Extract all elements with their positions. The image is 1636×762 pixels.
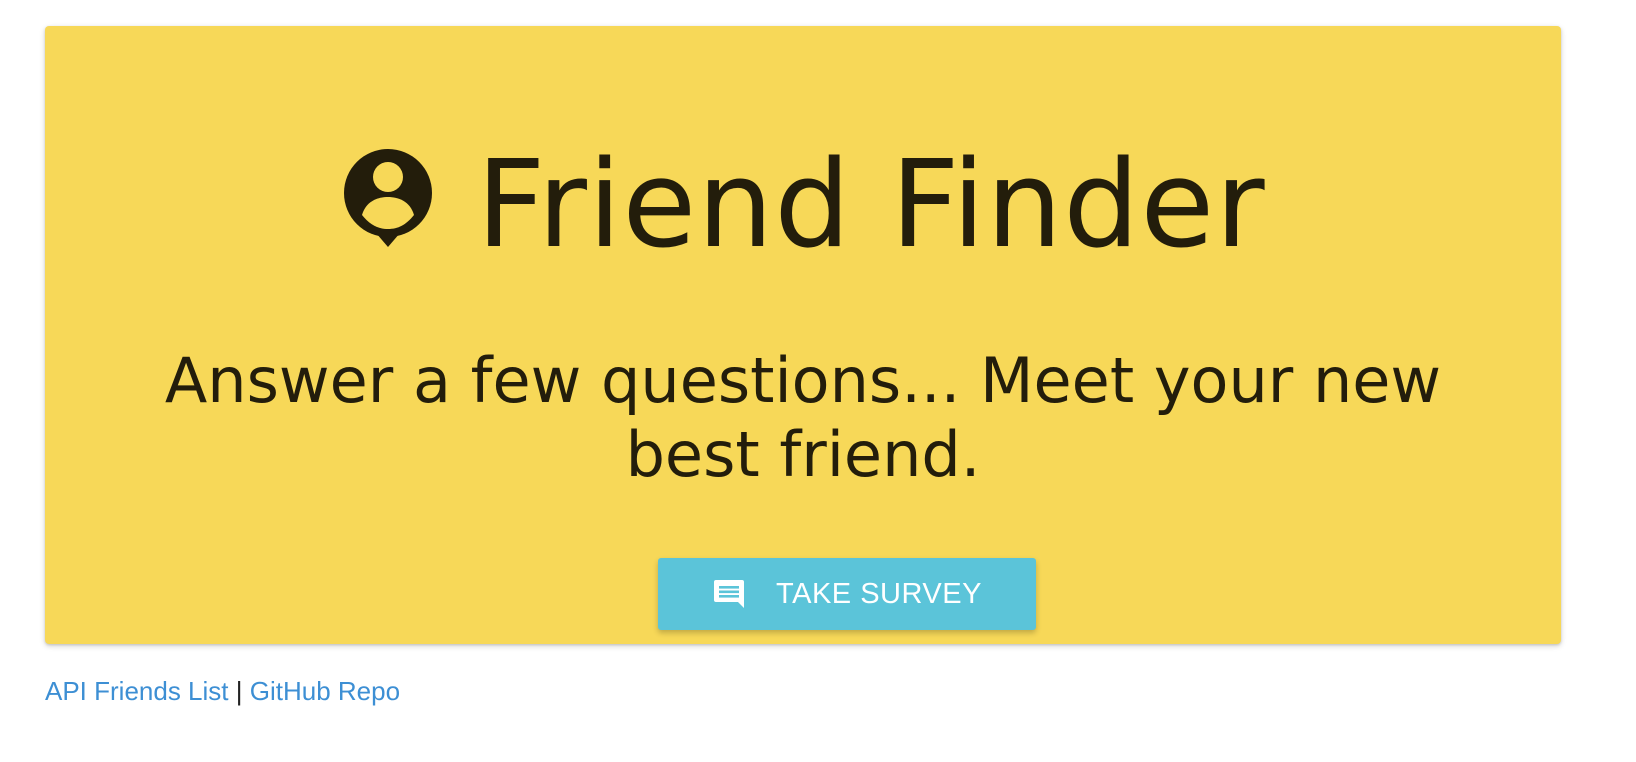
page-title: Friend Finder	[476, 136, 1266, 275]
api-friends-list-link[interactable]: API Friends List	[45, 676, 229, 706]
hero-card: Friend Finder Answer a few questions... …	[45, 26, 1561, 644]
person-pin-icon	[344, 149, 433, 247]
tagline: Answer a few questions... Meet your new …	[164, 344, 1442, 491]
title-row: Friend Finder	[45, 146, 1561, 266]
footer-separator: |	[235, 676, 243, 706]
footer-links: API Friends List | GitHub Repo	[45, 676, 400, 707]
take-survey-label: TAKE SURVEY	[776, 577, 982, 610]
chat-icon	[714, 580, 745, 608]
take-survey-button[interactable]: TAKE SURVEY	[658, 558, 1036, 630]
github-repo-link[interactable]: GitHub Repo	[250, 676, 400, 706]
